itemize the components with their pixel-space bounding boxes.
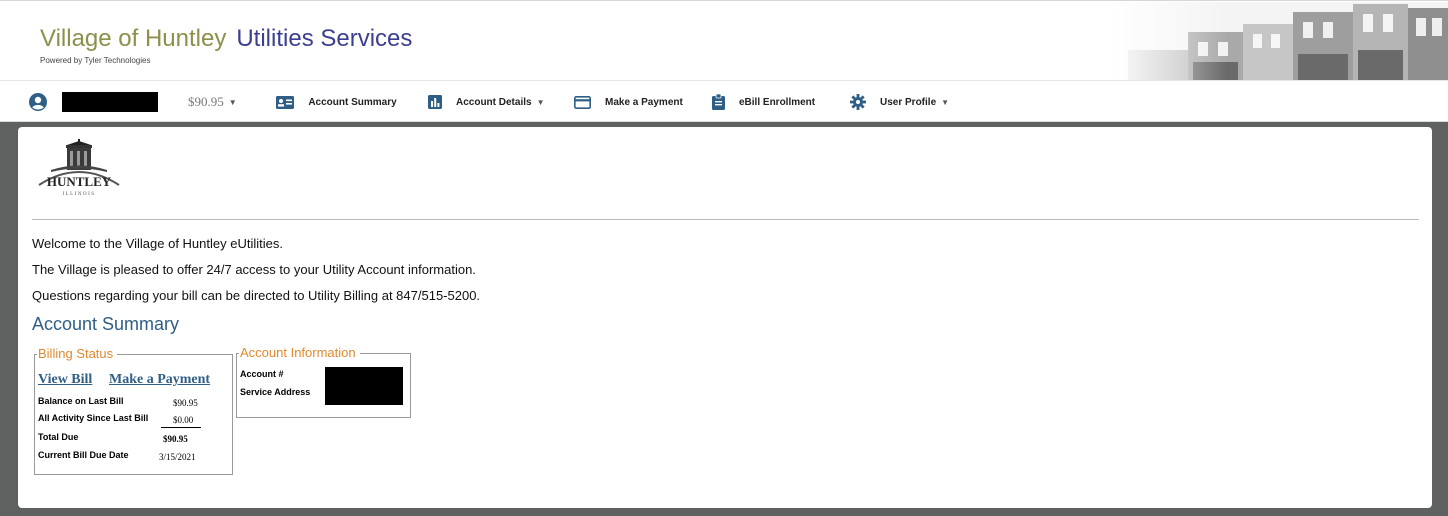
due-date-label: Current Bill Due Date [38, 450, 129, 460]
user-name-redacted [62, 92, 158, 112]
logo-name: HUNTLEY [47, 174, 112, 189]
huntley-logo: HUNTLEY ILLINOIS [38, 139, 120, 197]
logo-state: ILLINOIS [62, 192, 95, 197]
nav-ebill-enrollment[interactable]: eBill Enrollment [712, 81, 815, 123]
user-circle-icon [29, 93, 47, 111]
account-number-label: Account # [240, 369, 284, 379]
id-card-icon [276, 95, 295, 109]
account-summary-heading: Account Summary [32, 314, 180, 334]
balance-amount: $90.95 [188, 94, 224, 109]
view-bill-link[interactable]: View Bill [38, 372, 92, 388]
billing-status-legend: Billing Status [37, 346, 118, 362]
account-information-fieldset: Account Information Account # Service Ad… [236, 345, 411, 418]
nav-make-payment[interactable]: Make a Payment [574, 81, 683, 123]
welcome-text: Welcome to the Village of Huntley eUtili… [32, 236, 283, 251]
access-info-text: The Village is pleased to offer 24/7 acc… [32, 262, 476, 277]
nav-account-summary-label: Account Summary [308, 96, 397, 108]
brand-services: Utilities Services [236, 25, 413, 52]
nav-user-profile[interactable]: User Profile ▼ [850, 81, 949, 123]
caret-down-icon: ▼ [941, 97, 950, 107]
main-navbar: $90.95 ▼ Account Summary Account Details ▼… [0, 80, 1448, 202]
account-information-legend: Account Information [239, 345, 360, 361]
user-menu[interactable] [28, 81, 48, 123]
nav-account-details-label: Account Details [456, 96, 532, 108]
gear-icon [850, 94, 866, 110]
clipboard-icon [712, 94, 725, 110]
due-date-value: 3/15/2021 [159, 452, 196, 462]
nav-account-summary[interactable]: Account Summary [270, 81, 403, 123]
section-divider [32, 219, 1419, 220]
site-header: Village of Huntley Utilities Services Pow… [0, 0, 1448, 80]
balance-last-bill-label: Balance on Last Bill [38, 396, 124, 406]
caret-down-icon: ▼ [228, 97, 237, 107]
balance-last-bill-value: $90.95 [173, 398, 198, 408]
account-details-redacted [325, 367, 403, 405]
total-due-value: $90.95 [163, 434, 188, 444]
total-due-label: Total Due [38, 432, 79, 442]
activity-label: All Activity Since Last Bill [38, 413, 149, 423]
nav-account-details[interactable]: Account Details ▼ [428, 81, 545, 123]
powered-by: Powered by Tyler Technologies [40, 56, 151, 65]
sum-underline [161, 427, 201, 428]
contact-info-text: Questions regarding your bill can be dir… [32, 288, 481, 303]
nav-user-profile-label: User Profile [880, 96, 937, 108]
brand-village: Village of Huntley [40, 25, 227, 52]
caret-down-icon: ▼ [536, 97, 545, 107]
nav-make-payment-label: Make a Payment [605, 96, 683, 108]
nav-ebill-enrollment-label: eBill Enrollment [739, 96, 816, 108]
make-payment-link[interactable]: Make a Payment [109, 372, 210, 388]
credit-card-icon [574, 95, 591, 109]
activity-value: $0.00 [173, 415, 194, 425]
balance-dropdown[interactable]: $90.95 ▼ [188, 81, 237, 123]
billing-status-fieldset: Billing Status View Bill Make a Payment … [34, 346, 233, 475]
service-address-label: Service Address [240, 387, 311, 397]
storefront-banner-image [1108, 2, 1448, 80]
bar-chart-icon [428, 95, 442, 109]
site-title: Village of Huntley Utilities Services [40, 25, 412, 53]
